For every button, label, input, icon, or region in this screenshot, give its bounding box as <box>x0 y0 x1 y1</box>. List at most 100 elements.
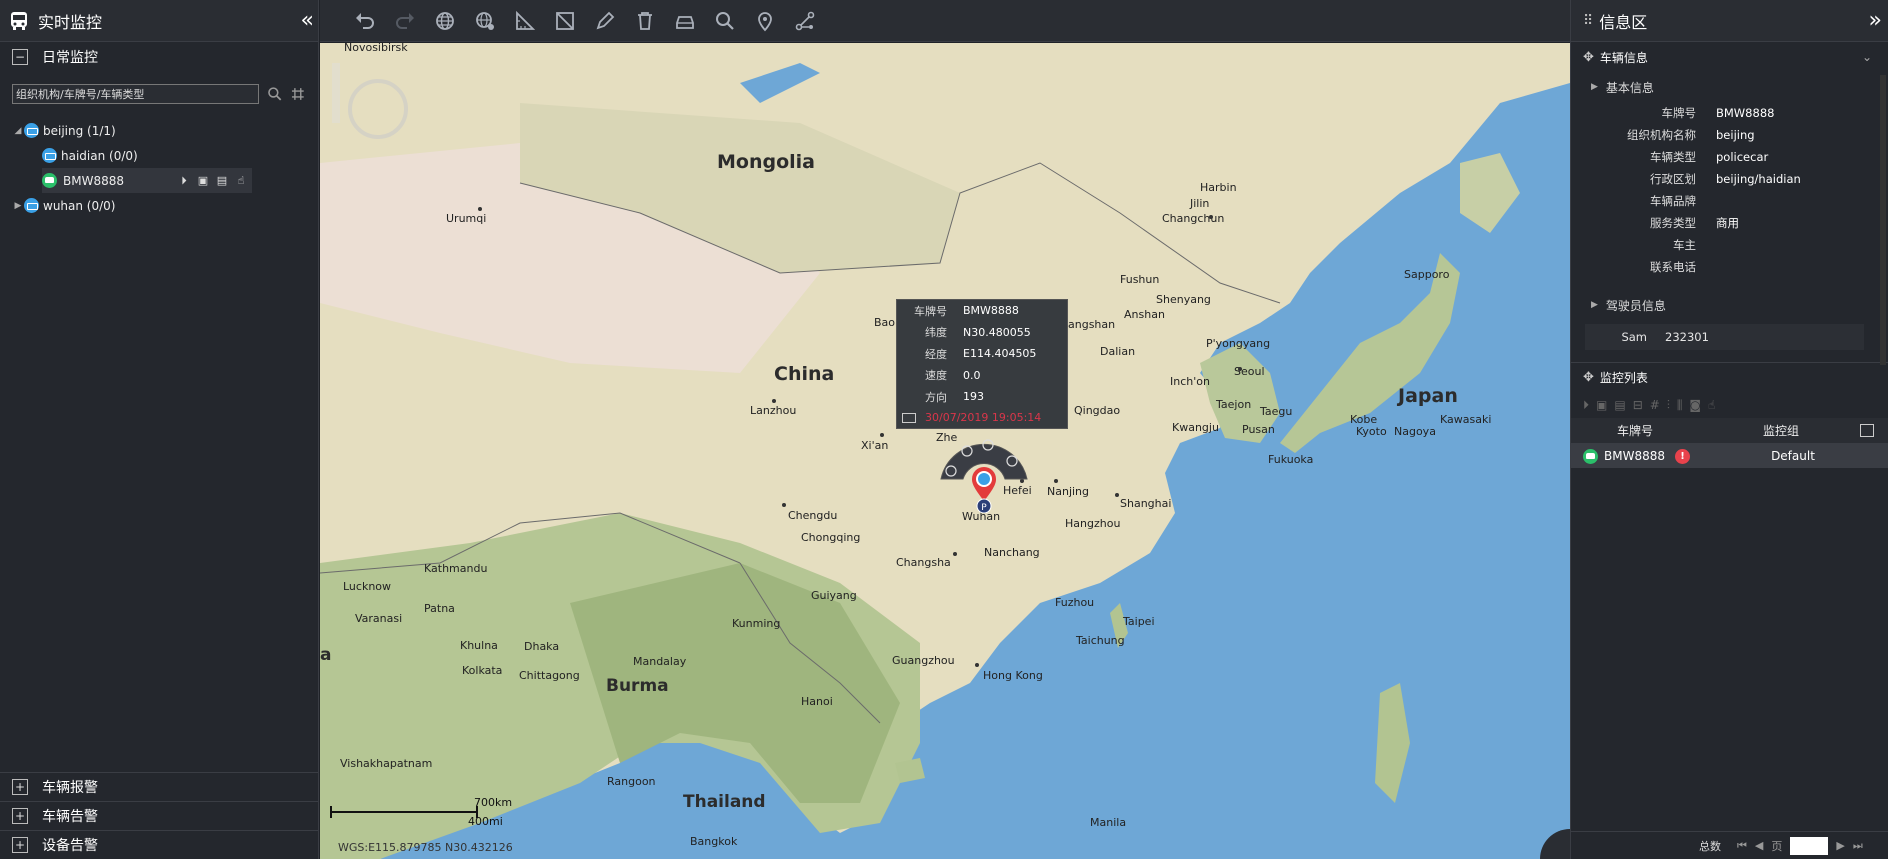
popup-value: N30.480055 <box>963 325 1031 339</box>
collapse-left-icon[interactable]: « <box>301 8 315 33</box>
expand-box-icon[interactable]: + <box>12 808 28 824</box>
city-dot <box>1238 367 1242 371</box>
tree-node-vehicle[interactable]: BMW8888 ⏵ ▣ ▤ ☝ <box>42 168 252 193</box>
first-page-icon[interactable]: ⏮ <box>1737 839 1747 853</box>
globe-search-button[interactable] <box>470 6 500 36</box>
org-icon <box>42 148 57 163</box>
trash-icon <box>638 11 652 30</box>
film-icon[interactable]: ▤ <box>215 174 229 188</box>
map-view[interactable]: Novosibirsk Mongolia Urumqi Harbin Jilin… <box>320 43 1570 859</box>
info-scrollbar[interactable] <box>1880 75 1886 365</box>
camera-icon[interactable]: ▣ <box>196 174 210 188</box>
globe-button[interactable] <box>430 6 460 36</box>
city-dot <box>880 433 884 437</box>
tree-node-haidian[interactable]: haidian (0/0) <box>0 143 318 168</box>
vehicle-actions: ⏵ ▣ ▤ ☝ <box>177 174 252 188</box>
undo-button[interactable] <box>350 6 380 36</box>
play-icon[interactable]: ⏵ <box>177 174 191 188</box>
search-icon[interactable] <box>267 86 283 102</box>
map-label: Taegu <box>1260 405 1293 418</box>
scale-bar <box>330 806 478 818</box>
vehicle-warning-header[interactable]: + 车辆告警 <box>0 801 319 830</box>
tree-collapsed-icon[interactable]: ▶ <box>12 201 24 211</box>
location-button[interactable] <box>750 6 780 36</box>
expand-box-icon[interactable]: + <box>12 779 28 795</box>
film-icon[interactable]: ▤ <box>1614 398 1625 412</box>
tree-node-beijing[interactable]: ◢ beijing (1/1) <box>0 118 318 143</box>
expand-box-icon[interactable]: + <box>12 837 28 853</box>
next-page-icon[interactable]: ▶ <box>1836 839 1844 852</box>
measure-angle-button[interactable] <box>510 6 540 36</box>
sliders-alt-icon[interactable]: ⫼ <box>1677 398 1683 413</box>
route-button[interactable] <box>790 6 820 36</box>
globe-icon <box>436 11 454 30</box>
grid-icon[interactable]: # <box>1650 398 1660 412</box>
hand-pointer-icon[interactable]: ☝ <box>234 174 248 188</box>
vehicle-alarm-header[interactable]: + 车辆报警 <box>0 772 319 801</box>
map-label: Jilin <box>1190 197 1210 210</box>
play-icon[interactable]: ⏵ <box>1583 398 1589 413</box>
vehicle-info-header[interactable]: ✥ 车辆信息 ⌄ <box>1571 42 1888 72</box>
sliders-icon[interactable]: ⫶ <box>1667 398 1670 413</box>
monitor-list-header[interactable]: ✥ 监控列表 <box>1571 362 1888 392</box>
map-label: Guangzhou <box>892 654 955 667</box>
map-label: Bangkok <box>690 835 738 848</box>
basic-info-header[interactable]: ▶ 基本信息 <box>1571 72 1888 102</box>
map-search-button[interactable] <box>710 6 740 36</box>
grid-filter-icon[interactable] <box>290 86 306 102</box>
daily-monitor-header[interactable]: − 日常监控 <box>0 42 318 72</box>
map-label: Urumqi <box>446 212 487 225</box>
tree-node-wuhan[interactable]: ▶ wuhan (0/0) <box>0 193 318 218</box>
map-label: Novosibirsk <box>344 43 408 54</box>
driver-info-header[interactable]: ▶ 驾驶员信息 <box>1571 290 1888 320</box>
basic-info-label: 基本信息 <box>1605 80 1654 95</box>
prev-page-icon[interactable]: ◀ <box>1755 839 1763 852</box>
city-dot <box>1054 479 1058 483</box>
map-label: Hanoi <box>801 695 833 708</box>
map-label: Nanchang <box>984 546 1040 559</box>
info-key: 车主 <box>1673 238 1696 252</box>
card-icon <box>902 412 916 423</box>
vehicle-location-pin-icon[interactable]: P <box>969 467 999 513</box>
map-label: Hangzhou <box>1065 517 1121 530</box>
driver-id: 232301 <box>1665 330 1709 344</box>
hand-pointer-icon[interactable]: ☝ <box>1708 398 1715 412</box>
car-front-icon <box>676 15 694 29</box>
snapshot-icon[interactable]: ◙ <box>1689 398 1701 412</box>
driver-name: Sam <box>1621 330 1647 344</box>
collapse-box-icon[interactable]: − <box>12 49 28 65</box>
driver-row: Sam 232301 <box>1585 324 1864 350</box>
tree-search-input[interactable] <box>12 84 259 104</box>
delete-button[interactable] <box>630 6 660 36</box>
map-label: Sapporo <box>1404 268 1450 281</box>
minus-box-icon[interactable]: ⊟ <box>1633 398 1643 412</box>
calendar-icon[interactable] <box>1860 424 1874 437</box>
measure-area-button[interactable] <box>550 6 580 36</box>
col-plate: 车牌号 <box>1616 424 1653 438</box>
chevron-down-icon[interactable]: ⌄ <box>1862 50 1872 64</box>
redo-button[interactable] <box>390 6 420 36</box>
map-label: Kunming <box>732 617 781 630</box>
camera-icon[interactable]: ▣ <box>1596 398 1607 412</box>
page-input[interactable] <box>1790 836 1829 855</box>
map-label: P'yongyang <box>1206 337 1271 350</box>
table-row[interactable]: BMW8888 ! Default <box>1571 444 1888 468</box>
vehicle-button[interactable] <box>670 6 700 36</box>
monitor-table-header: 车牌号 监控组 <box>1571 418 1888 444</box>
page-label: 页 <box>1771 839 1783 853</box>
info-row: 服务类型 商用 <box>1571 212 1888 234</box>
map-label: Manila <box>1090 816 1127 829</box>
info-row: 联系电话 <box>1571 256 1888 278</box>
alert-icon[interactable]: ! <box>1675 448 1690 464</box>
draw-button[interactable] <box>590 6 620 36</box>
device-warning-header[interactable]: + 设备告警 <box>0 830 319 859</box>
tree-expanded-icon[interactable]: ◢ <box>12 126 24 136</box>
pencil-icon <box>596 11 615 29</box>
city-dot <box>478 207 482 211</box>
move-icon: ✥ <box>1583 370 1594 385</box>
popup-key: 纬度 <box>925 326 947 340</box>
map-label: Chongqing <box>801 531 861 544</box>
collapse-right-icon[interactable]: » <box>1869 8 1883 33</box>
pager-nav: ⏮ ◀ 页 ▶ ⏭ <box>1737 836 1863 855</box>
last-page-icon[interactable]: ⏭ <box>1853 839 1863 853</box>
